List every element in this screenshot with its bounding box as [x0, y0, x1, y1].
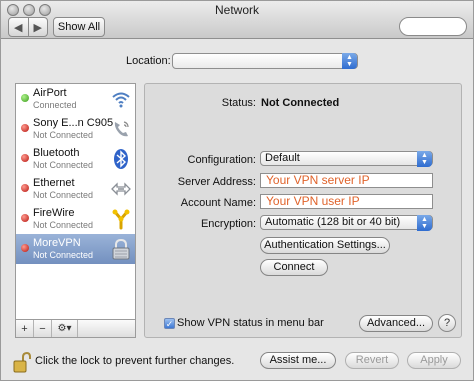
updown-arrows-icon: ▲ ▼ — [417, 215, 432, 231]
search-field[interactable] — [399, 17, 467, 36]
configuration-label: Configuration: — [187, 154, 257, 166]
service-status: Not Connected — [33, 160, 94, 170]
title-bar: Network ◀ ▶ Show All — [1, 1, 473, 39]
network-preferences-window: Network ◀ ▶ Show All Location: ▲ ▼ AirPor… — [0, 0, 474, 381]
account-name-label: Account Name: — [180, 197, 256, 209]
forward-button[interactable]: ▶ — [27, 18, 48, 36]
service-list-footer: + − ⚙▾ — [15, 320, 136, 338]
revert-button[interactable]: Revert — [345, 352, 399, 369]
assist-me-button[interactable]: Assist me... — [260, 352, 336, 369]
show-all-button[interactable]: Show All — [53, 17, 105, 37]
vpn-lock-icon — [112, 238, 130, 260]
advanced-button[interactable]: Advanced... — [359, 315, 433, 332]
firewire-icon — [112, 209, 130, 230]
service-status: Not Connected — [33, 130, 94, 140]
remove-service-button[interactable]: − — [34, 320, 52, 337]
service-item-firewire[interactable]: FireWire Not Connected — [16, 204, 135, 234]
status-value: Not Connected — [261, 97, 340, 109]
service-name: Bluetooth — [33, 147, 80, 159]
status-dot-red — [21, 184, 29, 192]
location-popup[interactable]: ▲ ▼ — [172, 53, 358, 69]
back-forward-group: ◀ ▶ — [8, 17, 48, 37]
server-address-field[interactable]: Your VPN server IP — [260, 173, 433, 188]
back-button[interactable]: ◀ — [9, 18, 28, 36]
lock-hint-text: Click the lock to prevent further change… — [35, 355, 235, 367]
service-status: Not Connected — [33, 250, 94, 260]
account-name-field[interactable]: Your VPN user IP — [260, 194, 433, 209]
show-vpn-status-checkbox[interactable]: ✓ — [164, 318, 175, 329]
status-dot-green — [21, 94, 29, 102]
encryption-label: Encryption: — [200, 218, 256, 230]
add-service-button[interactable]: + — [16, 320, 34, 337]
lock-icon[interactable] — [13, 351, 31, 373]
action-menu-button[interactable]: ⚙▾ — [52, 320, 78, 337]
vpn-detail-pane: Status: Not Connected Configuration: Def… — [144, 83, 462, 338]
status-dot-red — [21, 214, 29, 222]
updown-arrows-icon: ▲ ▼ — [417, 151, 432, 167]
service-status: Not Connected — [33, 220, 94, 230]
configuration-value: Default — [265, 152, 300, 164]
service-name: AirPort — [33, 87, 67, 99]
authentication-settings-button[interactable]: Authentication Settings... — [260, 237, 390, 254]
service-name: Ethernet — [33, 177, 75, 189]
service-status: Not Connected — [33, 190, 94, 200]
status-dot-red — [21, 154, 29, 162]
phone-icon — [114, 121, 129, 137]
location-label: Location: — [126, 55, 171, 67]
encryption-value: Automatic (128 bit or 40 bit) — [265, 216, 401, 228]
service-item-bluetooth[interactable]: Bluetooth Not Connected — [16, 144, 135, 174]
service-name: Sony E...n C905 — [33, 117, 114, 129]
connect-button[interactable]: Connect — [260, 259, 328, 276]
service-item-phone[interactable]: Sony E...n C905 Not Connected — [16, 114, 135, 144]
status-label: Status: — [221, 97, 256, 109]
service-name: FireWire — [33, 207, 75, 219]
updown-arrows-icon: ▲ ▼ — [342, 53, 357, 69]
ethernet-icon — [111, 182, 131, 196]
help-button[interactable]: ? — [438, 314, 456, 332]
wifi-icon — [112, 92, 130, 108]
service-item-airport[interactable]: AirPort Connected — [16, 84, 135, 114]
encryption-popup[interactable]: Automatic (128 bit or 40 bit) ▲ ▼ — [260, 215, 433, 231]
service-list: AirPort Connected Sony E...n C905 Not Co… — [15, 83, 136, 320]
service-name: MoreVPN — [33, 237, 81, 249]
window-title: Network — [214, 3, 259, 17]
service-item-ethernet[interactable]: Ethernet Not Connected — [16, 174, 135, 204]
server-address-label: Server Address: — [177, 176, 256, 188]
apply-button[interactable]: Apply — [407, 352, 461, 369]
status-dot-red — [21, 244, 29, 252]
service-item-morevpn[interactable]: MoreVPN Not Connected — [16, 234, 135, 264]
configuration-popup[interactable]: Default ▲ ▼ — [260, 151, 433, 167]
bluetooth-icon — [114, 149, 128, 169]
show-vpn-status-label: Show VPN status in menu bar — [177, 317, 324, 329]
status-dot-red — [21, 124, 29, 132]
service-status: Connected — [33, 100, 77, 110]
